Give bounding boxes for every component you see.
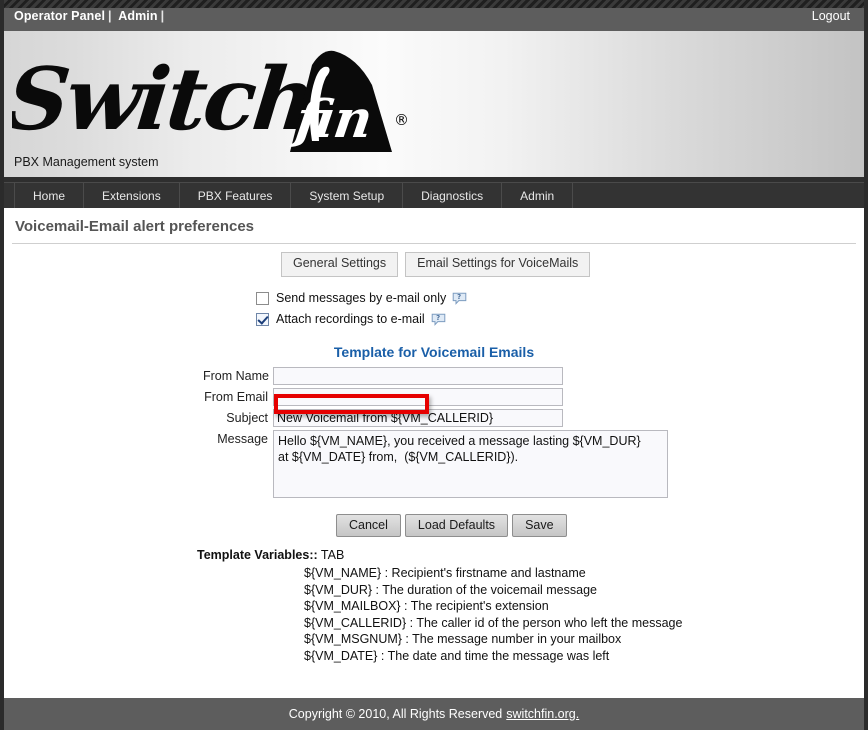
- title-divider: [12, 243, 856, 244]
- option-attach-recordings-to-email[interactable]: Attach recordings to e-mail ?: [256, 312, 446, 326]
- svg-text:fin: fin: [288, 89, 376, 150]
- help-question-icon[interactable]: ?: [431, 313, 446, 326]
- template-variables-heading-text: Template Variables::: [197, 548, 318, 562]
- switchfin-org-link[interactable]: switchfin.org.: [506, 707, 579, 721]
- option-send-messages-by-email-only[interactable]: Send messages by e-mail only ?: [256, 291, 467, 305]
- svg-text:Switch: Switch: [12, 49, 318, 150]
- banner-header: Switch fin ® PBX Management system: [4, 31, 864, 177]
- list-item: ${VM_MAILBOX} : The recipient's extensio…: [304, 599, 549, 613]
- label-attach-recordings: Attach recordings to e-mail: [276, 312, 425, 326]
- field-row-subject: Subject: [203, 409, 563, 427]
- template-variables-list: ${VM_NAME} : Recipient's firstname and l…: [197, 565, 682, 664]
- label-message: Message: [217, 432, 268, 446]
- from-email-field[interactable]: [273, 388, 563, 406]
- list-item: ${VM_DUR} : The duration of the voicemai…: [304, 582, 597, 597]
- nav-item-pbx-features[interactable]: PBX Features: [180, 183, 292, 208]
- message-textarea[interactable]: Hello ${VM_NAME}, you received a message…: [273, 430, 668, 498]
- nav-item-system-setup[interactable]: System Setup: [291, 183, 404, 208]
- topbar-separator-2: |: [160, 9, 165, 23]
- template-variables-heading-suffix: TAB: [317, 548, 345, 562]
- from-name-field[interactable]: [273, 367, 563, 385]
- copyright-text: Copyright © 2010, All Rights Reserved: [288, 707, 503, 721]
- application-window: Operator Panel | Admin | Logout Switch fin…: [0, 0, 868, 730]
- operator-panel-link[interactable]: Operator Panel: [14, 9, 105, 23]
- page-title: Voicemail-Email alert preferences: [15, 218, 255, 235]
- topbar-links: Operator Panel | Admin |: [14, 9, 167, 23]
- tab-general-settings[interactable]: General Settings: [281, 252, 399, 277]
- nav-item-diagnostics[interactable]: Diagnostics: [403, 183, 503, 208]
- tagline: PBX Management system: [14, 155, 159, 169]
- list-item: ${VM_NAME} : Recipient's firstname and l…: [304, 566, 586, 580]
- template-variables-legend: Template Variables:: TAB ${VM_NAME} : Re…: [197, 548, 682, 664]
- label-send-email-only: Send messages by e-mail only: [276, 291, 447, 305]
- load-defaults-button[interactable]: Load Defaults: [404, 514, 509, 538]
- nav-item-extensions[interactable]: Extensions: [84, 183, 180, 208]
- list-item: ${VM_DATE} : The date and time the messa…: [304, 648, 610, 663]
- help-question-icon[interactable]: ?: [452, 292, 467, 305]
- field-row-from-name: From Name: [203, 367, 563, 385]
- top-utility-bar: Operator Panel | Admin | Logout: [4, 0, 864, 31]
- field-row-message: Message Hello ${VM_NAME}, you received a…: [203, 430, 668, 498]
- nav-item-home[interactable]: Home: [14, 183, 85, 208]
- tab-email-settings-for-voicemails[interactable]: Email Settings for VoiceMails: [405, 252, 591, 277]
- template-variables-heading: Template Variables:: TAB: [197, 548, 682, 562]
- admin-link[interactable]: Admin: [118, 9, 157, 23]
- label-from-name: From Name: [203, 369, 269, 383]
- cancel-button[interactable]: Cancel: [336, 514, 401, 538]
- switchfin-logo-graphic: Switch fin ®: [12, 49, 409, 152]
- subject-field[interactable]: [273, 409, 563, 427]
- checkbox-send-email-only[interactable]: [256, 291, 269, 305]
- form-action-buttons: Cancel Load Defaults Save: [336, 514, 567, 538]
- page-footer: Copyright © 2010, All Rights Reserved swi…: [4, 698, 864, 730]
- label-subject: Subject: [226, 411, 268, 425]
- save-button[interactable]: Save: [512, 514, 567, 538]
- main-navigation: Home Extensions PBX Features System Setu…: [4, 182, 864, 208]
- checkbox-attach-recordings[interactable]: [256, 312, 269, 326]
- settings-tab-row: General Settings Email Settings for Voic…: [281, 252, 591, 277]
- logout-link[interactable]: Logout: [812, 9, 850, 23]
- nav-item-admin[interactable]: Admin: [502, 183, 574, 208]
- svg-text:?: ?: [457, 293, 461, 301]
- label-from-email: From Email: [204, 390, 268, 404]
- field-row-from-email: From Email: [203, 388, 563, 406]
- template-section-heading: Template for Voicemail Emails: [333, 344, 535, 360]
- topbar-separator-1: |: [108, 9, 112, 23]
- list-item: ${VM_MSGNUM} : The message number in you…: [304, 632, 622, 646]
- list-item: ${VM_CALLERID} : The caller id of the pe…: [304, 615, 683, 630]
- switchfin-logo[interactable]: Switch fin ®: [12, 37, 412, 157]
- registered-trademark: ®: [394, 111, 409, 129]
- svg-text:?: ?: [436, 314, 440, 322]
